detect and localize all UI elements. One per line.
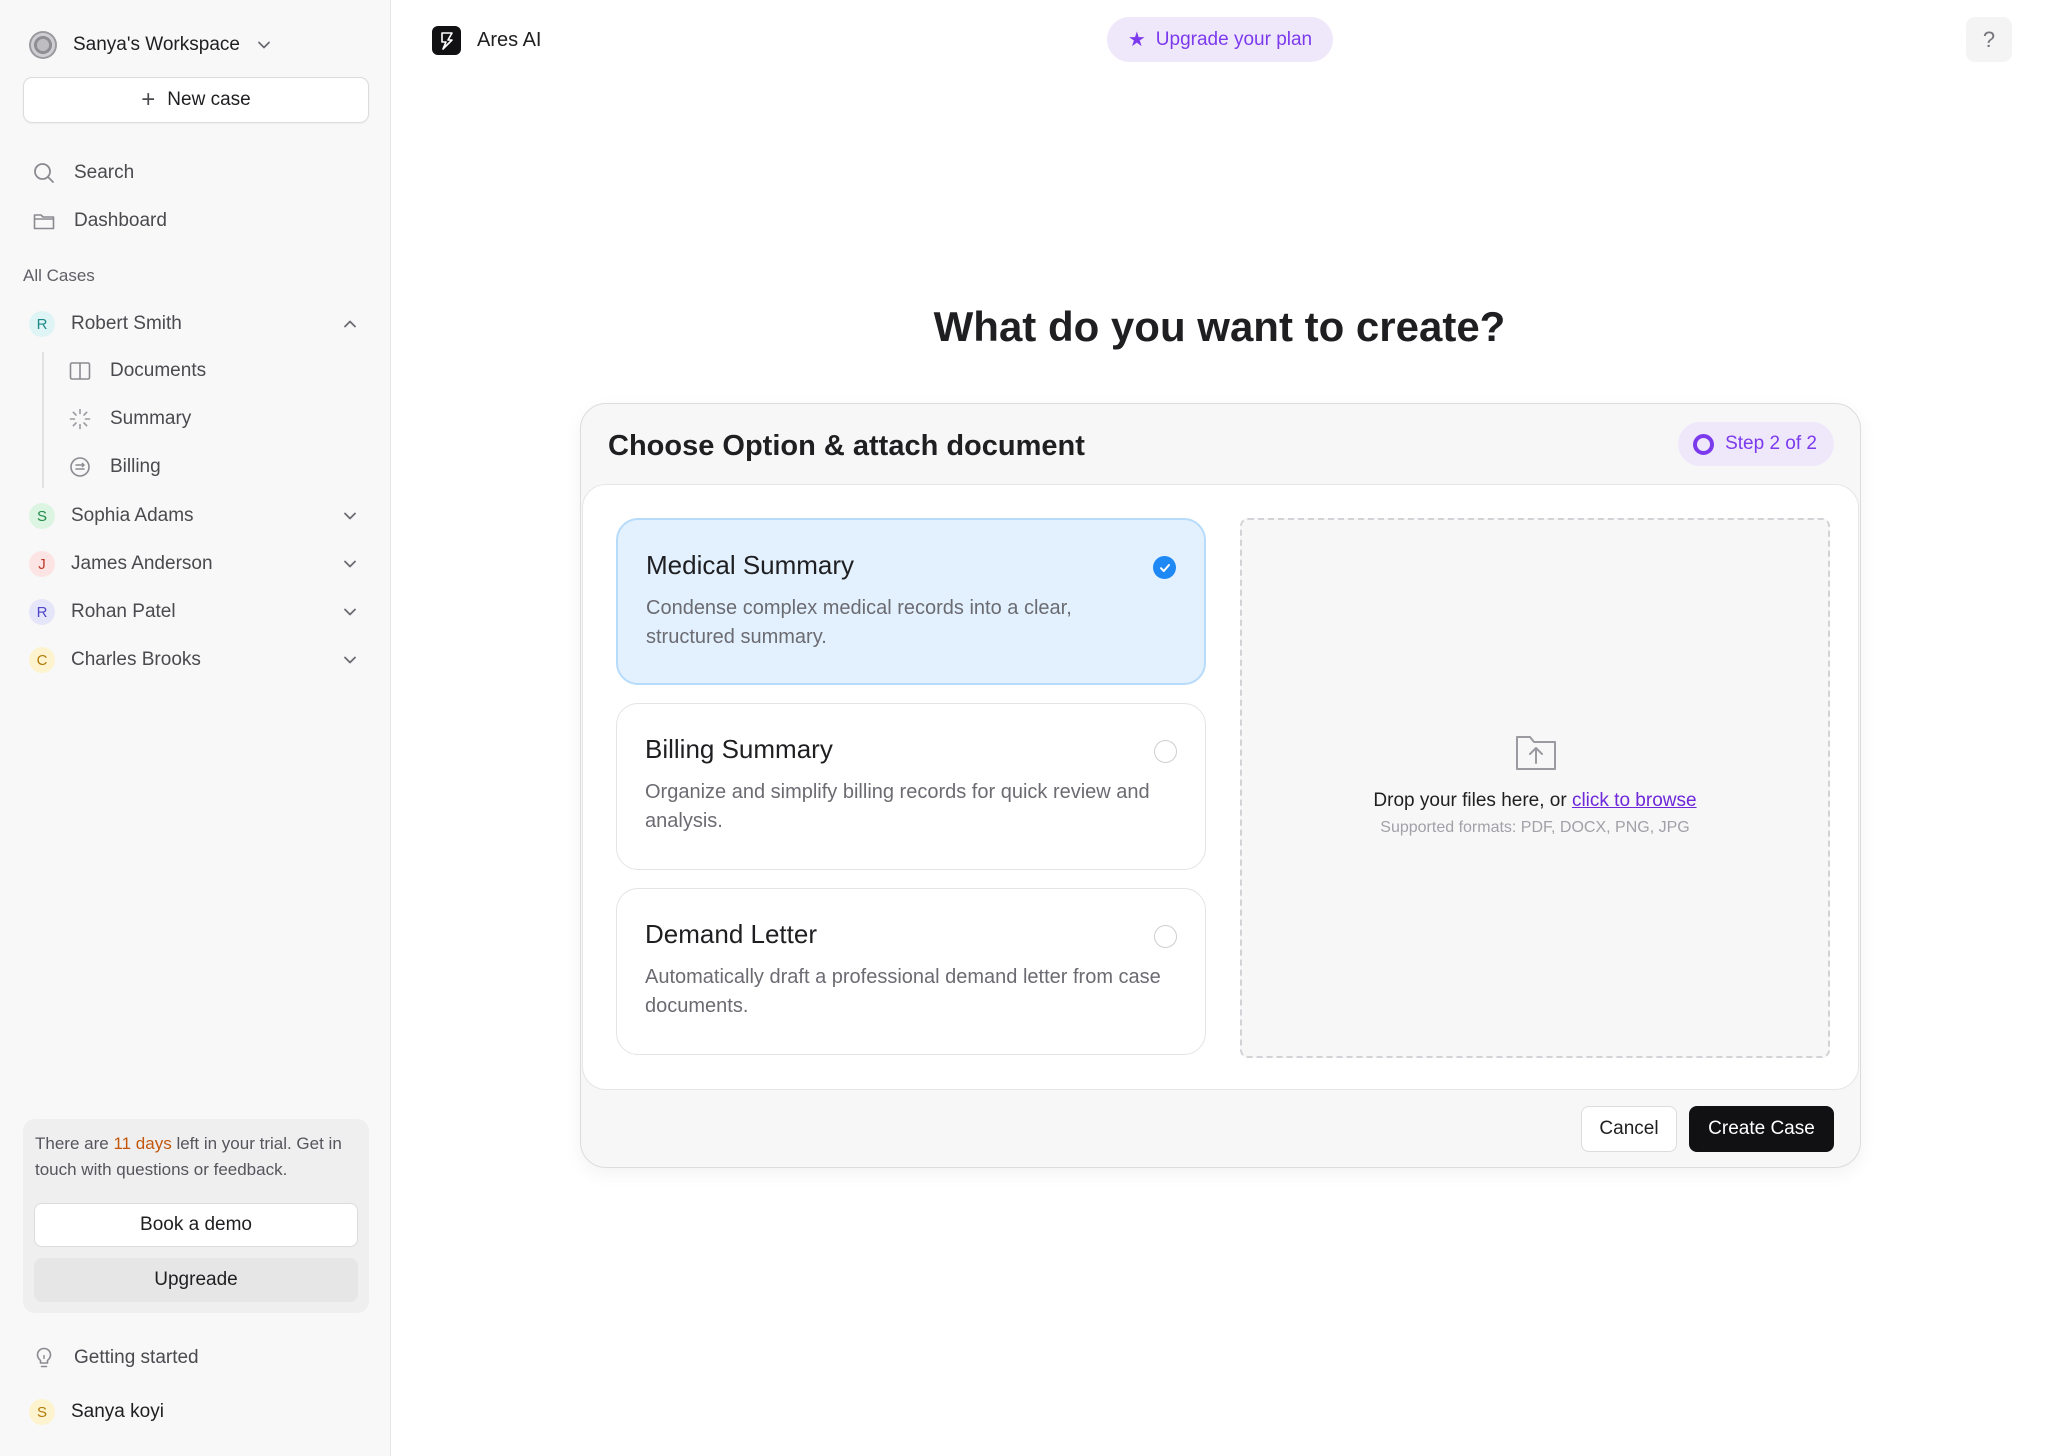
- user-name: Sanya koyi: [71, 1401, 164, 1422]
- chevron-down-icon[interactable]: [339, 553, 361, 575]
- create-case-panel: Choose Option & attach document Step 2 o…: [580, 403, 1861, 1168]
- case-avatar: C: [29, 647, 55, 673]
- sidebar: Sanya's Workspace + New case Search Dash…: [0, 0, 391, 1456]
- loader-icon: [68, 407, 92, 431]
- sidebar-item-label: Dashboard: [74, 210, 167, 231]
- dropzone-text: Drop your files here, or click to browse: [1373, 790, 1697, 811]
- option-description: Organize and simplify billing records fo…: [645, 781, 1150, 832]
- sidebar-item-label: Search: [74, 162, 135, 183]
- help-button[interactable]: ?: [1966, 17, 2012, 62]
- chevron-down-icon[interactable]: [339, 649, 361, 671]
- option-title: Billing Summary: [645, 734, 833, 764]
- sidebar-item-dashboard[interactable]: Dashboard: [32, 206, 167, 236]
- lightbulb-icon: [32, 1346, 56, 1370]
- panel-body: Medical Summary Condense complex medical…: [582, 484, 1859, 1090]
- step-label: Step 2 of 2: [1725, 433, 1817, 454]
- workspace-switcher[interactable]: Sanya's Workspace: [29, 28, 274, 62]
- file-dropzone[interactable]: Drop your files here, or click to browse…: [1240, 518, 1830, 1058]
- workspace-name: Sanya's Workspace: [73, 34, 240, 55]
- new-case-button[interactable]: + New case: [23, 77, 369, 123]
- upgrade-plan-button[interactable]: ★ Upgrade your plan: [1107, 17, 1333, 62]
- step-indicator: Step 2 of 2: [1678, 422, 1834, 466]
- trial-days: 11 days: [113, 1134, 172, 1153]
- star-icon: ★: [1127, 29, 1146, 51]
- case-item-charles-brooks[interactable]: C Charles Brooks: [29, 644, 361, 676]
- radio-checked-icon[interactable]: [1153, 556, 1176, 579]
- user-profile[interactable]: S Sanya koyi: [29, 1396, 361, 1428]
- create-case-button[interactable]: Create Case: [1689, 1106, 1834, 1152]
- case-item-rohan-patel[interactable]: R Rohan Patel: [29, 596, 361, 628]
- cancel-button[interactable]: Cancel: [1581, 1106, 1677, 1152]
- supported-formats: Supported formats: PDF, DOCX, PNG, JPG: [1380, 819, 1690, 836]
- step-ring-icon: [1693, 433, 1715, 455]
- upgrade-button[interactable]: Upgreade: [34, 1258, 358, 1302]
- folder-upload-icon: [1516, 736, 1556, 770]
- case-item-robert-smith[interactable]: R Robert Smith: [29, 308, 361, 340]
- option-medical-summary[interactable]: Medical Summary Condense complex medical…: [616, 518, 1206, 685]
- chevron-up-icon[interactable]: [339, 313, 361, 335]
- app-brand[interactable]: Ares AI: [432, 26, 541, 55]
- browse-link[interactable]: click to browse: [1572, 790, 1697, 811]
- app-root: Sanya's Workspace + New case Search Dash…: [0, 0, 2048, 1456]
- option-title: Medical Summary: [646, 550, 855, 580]
- main-content: Ares AI ★ Upgrade your plan ? What do yo…: [391, 0, 2048, 1456]
- upgrade-plan-label: Upgrade your plan: [1155, 28, 1313, 50]
- case-item-james-anderson[interactable]: J James Anderson: [29, 548, 361, 580]
- search-icon: [32, 161, 56, 185]
- case-name: Rohan Patel: [71, 601, 176, 622]
- new-case-label: New case: [167, 89, 251, 110]
- page-title: What do you want to create?: [933, 303, 1506, 350]
- radio-unchecked-icon[interactable]: [1154, 740, 1177, 763]
- case-subitem-documents[interactable]: Documents: [68, 356, 206, 386]
- plus-icon: +: [141, 86, 156, 113]
- ares-logo-icon: [432, 26, 461, 55]
- radio-unchecked-icon[interactable]: [1154, 925, 1177, 948]
- workspace-avatar: [29, 31, 57, 59]
- case-avatar: R: [29, 311, 55, 337]
- chevron-down-icon[interactable]: [339, 601, 361, 623]
- case-avatar: S: [29, 503, 55, 529]
- user-avatar: S: [29, 1399, 55, 1425]
- option-billing-summary[interactable]: Billing Summary Organize and simplify bi…: [616, 703, 1206, 870]
- sidebar-item-getting-started[interactable]: Getting started: [32, 1343, 199, 1373]
- billing-icon: [68, 455, 92, 479]
- case-subitem-label: Billing: [110, 456, 161, 477]
- chevron-down-icon: [258, 41, 270, 49]
- sidebar-item-label: Getting started: [74, 1347, 199, 1368]
- case-item-sophia-adams[interactable]: S Sophia Adams: [29, 500, 361, 532]
- case-avatar: R: [29, 599, 55, 625]
- case-subitem-label: Documents: [110, 360, 207, 381]
- section-label-all-cases: All Cases: [23, 266, 95, 285]
- chevron-down-icon[interactable]: [339, 505, 361, 527]
- case-name: Robert Smith: [71, 313, 182, 334]
- book-demo-button[interactable]: Book a demo: [34, 1203, 358, 1247]
- case-name: James Anderson: [71, 553, 213, 574]
- case-name: Charles Brooks: [71, 649, 201, 670]
- panel-title: Choose Option & attach document: [608, 430, 1085, 462]
- case-avatar: J: [29, 551, 55, 577]
- case-subitem-summary[interactable]: Summary: [68, 404, 191, 434]
- sidebar-item-search[interactable]: Search: [32, 158, 134, 188]
- case-subitem-billing[interactable]: Billing: [68, 452, 161, 482]
- book-icon: [68, 359, 92, 383]
- folder-icon: [32, 209, 56, 233]
- case-subitem-label: Summary: [110, 408, 192, 429]
- tree-line: [42, 352, 44, 488]
- case-name: Sophia Adams: [71, 505, 194, 526]
- option-title: Demand Letter: [645, 919, 817, 949]
- option-description: Automatically draft a professional deman…: [645, 966, 1161, 1017]
- app-name: Ares AI: [477, 29, 542, 51]
- option-description: Condense complex medical records into a …: [646, 597, 1072, 648]
- trial-card: There are 11 days left in your trial. Ge…: [23, 1119, 369, 1313]
- option-demand-letter[interactable]: Demand Letter Automatically draft a prof…: [616, 888, 1206, 1055]
- trial-message: There are 11 days left in your trial. Ge…: [35, 1134, 342, 1179]
